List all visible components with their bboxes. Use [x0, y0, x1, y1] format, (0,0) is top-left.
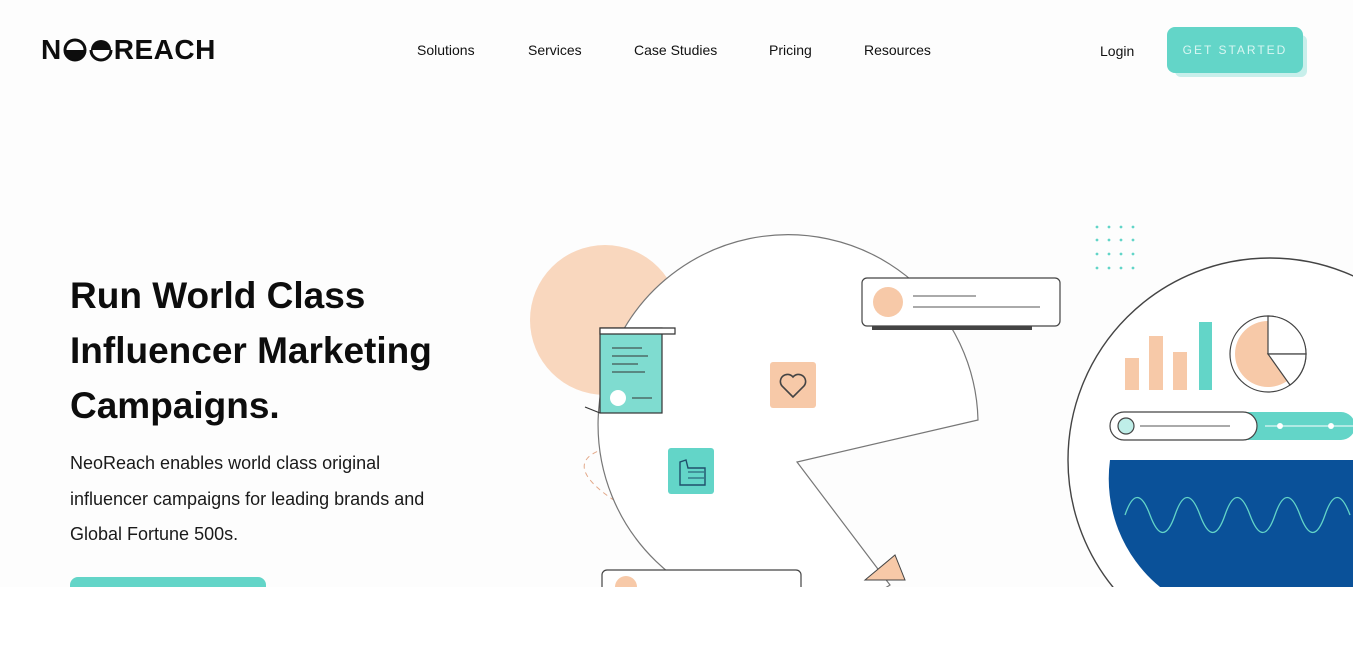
hero-title: Run World Class Influencer Marketing Cam…	[70, 275, 432, 426]
nav-case-studies[interactable]: Case Studies	[634, 41, 717, 59]
logo-text-right: REACH	[113, 34, 216, 65]
nav-solutions[interactable]: Solutions	[417, 41, 475, 59]
site-header: N REACH Solutions Services Case Studies …	[0, 0, 1353, 100]
login-link[interactable]: Login	[1100, 42, 1134, 60]
wave-panel	[1108, 460, 1353, 587]
logo-circle-icon	[63, 38, 87, 62]
nav-resources[interactable]: Resources	[864, 41, 931, 59]
dot-grid-pattern	[1095, 225, 1135, 270]
hero-description: NeoReach enables world class original in…	[70, 453, 425, 544]
heart-icon	[770, 362, 816, 408]
browser-viewport: N REACH Solutions Services Case Studies …	[0, 0, 1353, 587]
search-icon	[1117, 417, 1135, 435]
page: N REACH Solutions Services Case Studies …	[0, 0, 1353, 660]
profile-card	[861, 277, 1061, 330]
logo-halfmoon-icon	[89, 40, 113, 62]
nav-services[interactable]: Services	[528, 41, 582, 59]
thumbs-up-icon	[668, 448, 714, 494]
nav-pricing[interactable]: Pricing	[769, 41, 812, 59]
neoreach-logo[interactable]: N REACH	[41, 34, 216, 66]
logo-text-left: N	[41, 34, 62, 65]
pie-chart-icon	[1229, 315, 1307, 393]
hero-illustration	[530, 225, 1353, 587]
search-bar	[1109, 411, 1353, 441]
get-started-button[interactable]: GET STARTED	[1167, 27, 1303, 73]
hero-cta-button[interactable]	[70, 577, 266, 587]
